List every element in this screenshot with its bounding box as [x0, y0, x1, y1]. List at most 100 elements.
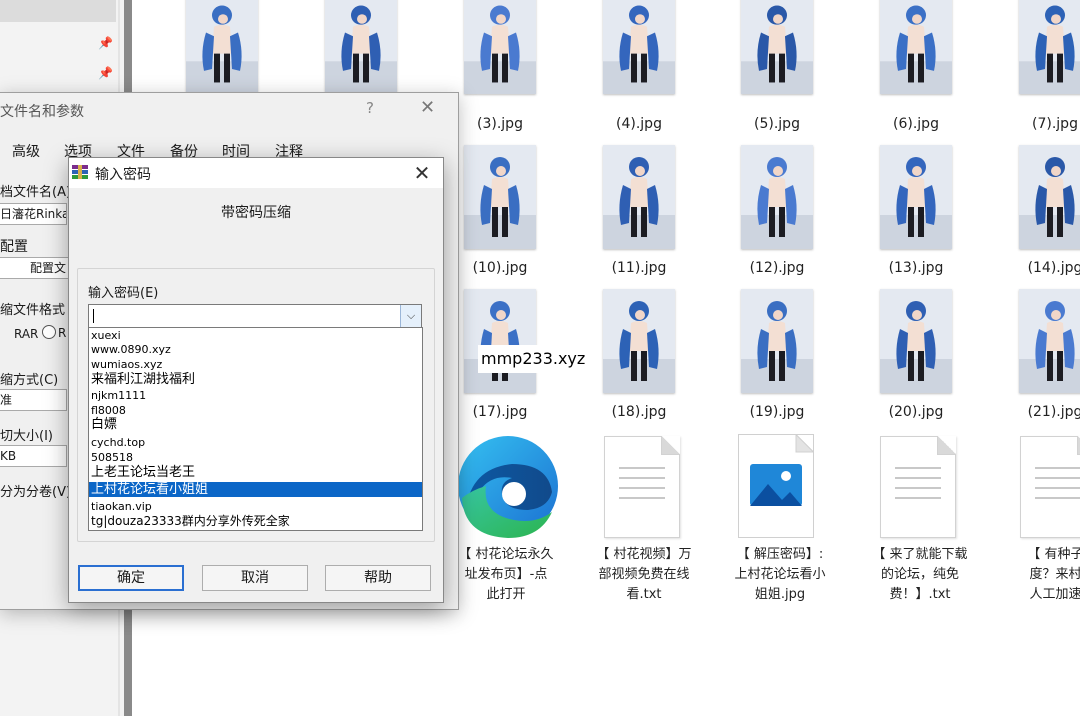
- password-option[interactable]: tg|douza23333群内分享外传死全家: [89, 514, 422, 529]
- password-input[interactable]: [89, 305, 399, 327]
- file-name-label: (14).jpg: [1027, 260, 1080, 276]
- password-option[interactable]: cychd.top: [89, 435, 422, 450]
- file-name-label: (11).jpg: [611, 260, 667, 276]
- archive-name-label: 档文件名(A): [0, 185, 72, 200]
- file-name-label: 【 有种子却度？来村花人工加速】: [996, 545, 1080, 605]
- image-thumbnail[interactable]: [464, 145, 536, 249]
- file-name-label: (6).jpg: [893, 116, 939, 132]
- tab-advanced[interactable]: 高级: [12, 141, 40, 161]
- help-button[interactable]: 帮助: [325, 565, 431, 591]
- file-name-line: 费！】.txt: [889, 587, 951, 602]
- image-thumbnail[interactable]: [1019, 289, 1080, 393]
- dialog-title: 文件名和参数: [0, 104, 84, 120]
- profile-button[interactable]: 配置文: [0, 257, 69, 279]
- format-other-radio[interactable]: R: [42, 325, 66, 341]
- file-name-label: 【 来了就能下载 的论坛，纯免 费！】.txt: [854, 545, 986, 605]
- format-label: 缩文件格式: [0, 303, 66, 318]
- password-option[interactable]: www.0890.xyz: [89, 342, 422, 357]
- image-thumbnail[interactable]: [603, 289, 675, 393]
- help-icon[interactable]: ?: [366, 99, 374, 117]
- file-name-line: 【 村花视频】万: [596, 547, 692, 562]
- file-name-line: 【 村花论坛永久: [458, 547, 554, 562]
- password-option[interactable]: 白嫖: [89, 417, 422, 432]
- file-name-line: 址发布页】-点: [464, 567, 548, 582]
- file-name-label: (21).jpg: [1027, 404, 1080, 420]
- file-name-line: 的论坛，纯免: [880, 567, 959, 582]
- file-name-label: 【 解压密码】: 上村花论坛看小 姐姐.jpg: [714, 545, 846, 605]
- file-name-line: 【 解压密码】:: [736, 547, 824, 562]
- pin-icon[interactable]: 📌: [98, 36, 113, 50]
- file-name-label: 【 村花视频】万 部视频免费在线 看.txt: [578, 545, 710, 605]
- overlay-label: mmp233.xyz: [478, 345, 601, 373]
- ok-button[interactable]: 确定: [78, 565, 184, 591]
- text-file-icon[interactable]: [604, 436, 680, 538]
- file-name-label: (4).jpg: [616, 116, 662, 132]
- archive-name-field[interactable]: 日瀋花Rinka: [0, 203, 67, 225]
- dialog-title: 输入密码: [95, 167, 151, 183]
- winrar-icon: [72, 165, 88, 179]
- file-name-label: 【 村花论坛永久 址发布页】-点 此打开: [440, 545, 572, 605]
- file-name-label: (19).jpg: [749, 404, 805, 420]
- image-thumbnail[interactable]: [741, 289, 813, 393]
- chevron-down-icon[interactable]: ⌵: [400, 305, 421, 327]
- password-option[interactable]: 上老王论坛当老王: [89, 465, 422, 480]
- image-thumbnail[interactable]: [880, 0, 952, 94]
- password-option[interactable]: njkm1111: [89, 388, 422, 403]
- password-option[interactable]: wumiaos.xyz: [89, 357, 422, 372]
- file-name-line: 【 有种子却: [1027, 547, 1080, 562]
- image-thumbnail[interactable]: [880, 145, 952, 249]
- edge-browser-icon[interactable]: [452, 428, 560, 546]
- file-name-line: 上村花论坛看小: [734, 567, 826, 582]
- text-file-icon[interactable]: [880, 436, 956, 538]
- split-label: 切大小(I): [0, 429, 53, 444]
- method-select[interactable]: 准: [0, 389, 67, 411]
- image-thumbnail[interactable]: [1019, 0, 1080, 94]
- file-name-label: (5).jpg: [754, 116, 800, 132]
- password-dropdown-list[interactable]: xuexi www.0890.xyz wumiaos.xyz 来福利江湖找福利 njkm…: [88, 327, 423, 531]
- file-name-line: 人工加速】: [1029, 587, 1080, 602]
- image-thumbnail[interactable]: [464, 0, 536, 94]
- close-icon[interactable]: ✕: [420, 97, 435, 118]
- file-name-line: 度？来村花: [1029, 567, 1080, 582]
- method-label: 缩方式(C): [0, 373, 59, 388]
- profile-label: 配置: [0, 239, 28, 255]
- file-name-label: (18).jpg: [611, 404, 667, 420]
- password-dialog: 输入密码 ✕ 带密码压缩 输入密码(E) ⌵ xuexi www.0890.xyz…: [68, 157, 444, 603]
- image-thumbnail[interactable]: [741, 0, 813, 94]
- image-thumbnail[interactable]: [741, 145, 813, 249]
- image-thumbnail[interactable]: [186, 0, 258, 94]
- close-icon[interactable]: ✕: [407, 160, 437, 186]
- image-thumbnail[interactable]: [464, 289, 536, 393]
- pin-icon[interactable]: 📌: [98, 66, 113, 80]
- password-option[interactable]: 来福利江湖找福利: [89, 372, 422, 387]
- nav-selected-item[interactable]: [0, 0, 116, 22]
- image-thumbnail[interactable]: [880, 289, 952, 393]
- file-name-line: 部视频免费在线: [598, 567, 690, 582]
- image-file-icon[interactable]: [738, 433, 815, 538]
- password-option[interactable]: xuexi: [89, 328, 422, 343]
- dialog-heading: 带密码压缩: [221, 205, 291, 221]
- cancel-button[interactable]: 取消: [202, 565, 308, 591]
- password-label: 输入密码(E): [88, 286, 159, 301]
- password-option[interactable]: tiaokan.vip: [89, 499, 422, 514]
- format-rar-radio[interactable]: RAR: [14, 327, 38, 341]
- image-thumbnail[interactable]: [1019, 145, 1080, 249]
- password-option[interactable]: 上村花论坛看小姐姐: [89, 482, 422, 497]
- password-option[interactable]: fl8008: [89, 403, 422, 418]
- file-name-label: (12).jpg: [749, 260, 805, 276]
- file-name-line: 此打开: [486, 587, 526, 602]
- file-name-label: (13).jpg: [888, 260, 944, 276]
- password-option[interactable]: 508518: [89, 450, 422, 465]
- split-field[interactable]: KB: [0, 445, 67, 467]
- file-name-line: 看.txt: [626, 587, 662, 602]
- text-caret: [93, 309, 94, 323]
- file-name-label: (20).jpg: [888, 404, 944, 420]
- image-thumbnail[interactable]: [603, 0, 675, 94]
- file-name-label: (7).jpg: [1032, 116, 1078, 132]
- image-thumbnail[interactable]: [603, 145, 675, 249]
- title-bar[interactable]: 输入密码 ✕: [69, 158, 443, 188]
- split-volumes-label: 分为分卷(V): [0, 485, 72, 500]
- image-thumbnail[interactable]: [325, 0, 397, 94]
- password-combobox[interactable]: ⌵: [88, 304, 422, 328]
- text-file-icon[interactable]: [1020, 436, 1080, 538]
